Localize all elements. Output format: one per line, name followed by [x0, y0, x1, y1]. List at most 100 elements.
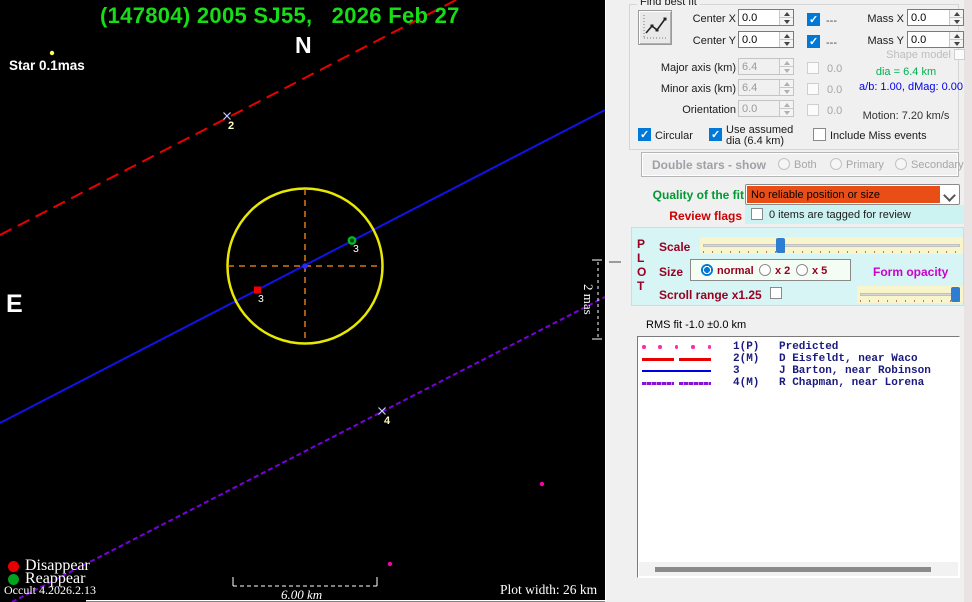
observer-row-2[interactable]: 2(M) D Eisfeldt, near Waco	[638, 353, 959, 365]
shape-model-checkbox[interactable]	[954, 49, 965, 60]
spinner-up-icon[interactable]	[950, 10, 963, 17]
opacity-slider-groove	[860, 293, 960, 296]
spinner-up-icon[interactable]	[780, 32, 793, 39]
scale-bar-label: 6.00 km	[281, 587, 322, 602]
center-y-spinner[interactable]	[779, 32, 793, 47]
major-axis-input	[739, 59, 779, 74]
plot-letter-t: T	[637, 279, 644, 293]
orientation-label: Orientation	[636, 104, 736, 116]
include-miss-label: Include Miss events	[830, 130, 927, 142]
hscrollbar-thumb[interactable]	[655, 567, 931, 572]
scale-label: Scale	[659, 240, 690, 254]
size-normal-radio[interactable]	[701, 264, 713, 276]
major-axis-inputbox	[738, 58, 794, 75]
observer-row-4[interactable]: 4(M) R Chapman, near Lorena	[638, 377, 959, 389]
mass-y-spinner[interactable]	[949, 32, 963, 47]
observer-id: 1(P)	[733, 341, 759, 353]
window-edge	[964, 0, 972, 602]
scale-slider-thumb[interactable]	[776, 238, 785, 253]
mass-x-label: Mass X	[846, 13, 904, 25]
double-stars-secondary-radio	[895, 158, 907, 170]
spinner-down-icon[interactable]	[780, 39, 793, 47]
plot-letter-l: L	[637, 251, 644, 265]
predicted-dot	[388, 562, 392, 566]
review-flags-checkbox[interactable]	[751, 208, 763, 220]
double-stars-group: Double stars - show Both Primary Seconda…	[641, 152, 959, 177]
minor-axis-err: 0.0	[827, 84, 842, 96]
shape-model-label: Shape model	[846, 49, 951, 61]
spinner-down-icon[interactable]	[950, 39, 963, 47]
spinner-down-icon[interactable]	[780, 17, 793, 25]
north-label: N	[295, 32, 312, 59]
spinner-down-icon[interactable]	[950, 17, 963, 25]
include-miss-checkbox[interactable]	[813, 128, 826, 141]
observer-row-1[interactable]: 1(P) Predicted	[638, 341, 959, 353]
minor-axis-input	[739, 80, 779, 95]
spinner-up-icon[interactable]	[950, 32, 963, 39]
size-x2-label: x 2	[775, 265, 790, 277]
splitter-handle[interactable]	[609, 261, 621, 263]
double-stars-both-label: Both	[794, 159, 817, 171]
double-stars-primary-label: Primary	[846, 159, 884, 171]
scroll-range-checkbox[interactable]	[770, 287, 782, 299]
chevron-down-icon[interactable]	[941, 185, 959, 204]
ab-dmag-text: a/b: 1.00, dMag: 0.00	[851, 81, 963, 93]
center-x-input[interactable]	[739, 10, 779, 25]
plot-title: (147804) 2005 SJ55, 2026 Feb 27	[100, 3, 460, 29]
spinner-up-icon[interactable]	[780, 10, 793, 17]
mass-y-label: Mass Y	[846, 35, 904, 47]
review-flags-label: Review flags	[626, 209, 742, 223]
use-assumed-label-2: dia (6.4 km)	[726, 135, 784, 147]
minor-axis-checkbox	[807, 83, 819, 95]
opacity-slider-ticks	[860, 300, 960, 302]
minor-axis-label: Minor axis (km)	[636, 83, 736, 95]
quality-dropdown[interactable]: No reliable position or size	[745, 184, 960, 205]
mass-x-spinner[interactable]	[949, 10, 963, 25]
scale-slider[interactable]	[700, 237, 963, 254]
size-x2-radio[interactable]	[759, 264, 771, 276]
center-x-checkbox[interactable]	[807, 13, 820, 26]
center-x-spinner[interactable]	[779, 10, 793, 25]
size-options-box: normal x 2 x 5	[690, 259, 851, 281]
orientation-checkbox	[807, 104, 819, 116]
mass-x-inputbox	[907, 9, 964, 26]
size-normal-label: normal	[717, 265, 754, 277]
double-stars-secondary-label: Secondary	[911, 159, 964, 171]
center-x-dash: ---	[826, 15, 837, 27]
observer-id: 4(M)	[733, 377, 759, 389]
occultation-plot[interactable]: (147804) 2005 SJ55, 2026 Feb 27 N E Star…	[0, 0, 605, 602]
mass-x-input[interactable]	[908, 10, 949, 25]
center-x-label: Center X	[666, 13, 736, 25]
center-y-input[interactable]	[739, 32, 779, 47]
star-size-dot	[50, 51, 54, 55]
mas-scale-label: 2 mas	[580, 284, 596, 315]
center-y-inputbox	[738, 31, 794, 48]
size-x5-radio[interactable]	[796, 264, 808, 276]
observer-list-hscrollbar[interactable]	[639, 562, 958, 576]
observer-id: 2(M)	[733, 353, 759, 365]
control-panel: Find best fit Center X --- Mass X Center	[605, 0, 972, 602]
major-axis-label: Major axis (km)	[636, 62, 736, 74]
double-stars-both-radio	[778, 158, 790, 170]
major-axis-spinner	[779, 59, 793, 74]
center-y-checkbox[interactable]	[807, 35, 820, 48]
scroll-range-label: Scroll range x1.25	[659, 288, 762, 302]
plot-letter-o: O	[637, 265, 646, 279]
chord-2-number: 2	[228, 120, 234, 132]
mass-y-input[interactable]	[908, 32, 949, 47]
form-opacity-slider[interactable]	[857, 286, 963, 303]
scale-slider-ticks	[703, 251, 960, 253]
plot-controls-panel: P L O T Scale Size normal x 2 x 5 Form o…	[631, 227, 964, 306]
mass-y-inputbox	[907, 31, 964, 48]
circular-checkbox[interactable]	[638, 128, 651, 141]
form-opacity-slider-thumb[interactable]	[951, 287, 960, 302]
observer-name: J Barton, near Robinson	[779, 365, 931, 377]
observer-list[interactable]: 1(P) Predicted 2(M) D Eisfeldt, near Wac…	[637, 336, 960, 578]
center-y-label: Center Y	[666, 35, 736, 47]
dia-text: dia = 6.4 km	[856, 66, 956, 78]
asteroid-center-dot[interactable]	[302, 263, 308, 269]
observer-name: D Eisfeldt, near Waco	[779, 353, 918, 365]
observer-row-3[interactable]: 3 J Barton, near Robinson	[638, 365, 959, 377]
center-x-inputbox	[738, 9, 794, 26]
use-assumed-checkbox[interactable]	[709, 128, 722, 141]
